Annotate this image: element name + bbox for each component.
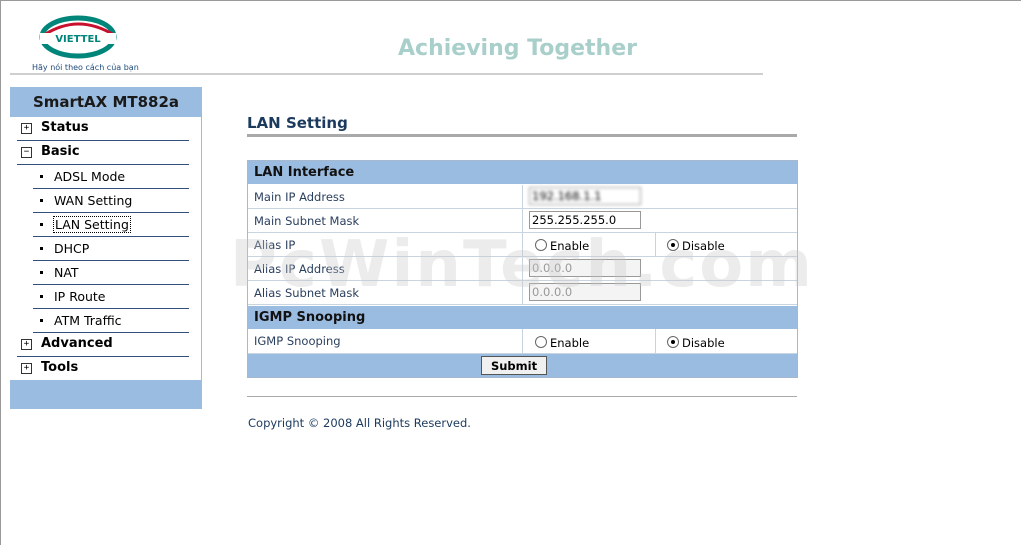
section-title: LAN Interface [254,165,355,180]
sidebar-item-label[interactable]: Basic [41,144,80,159]
sidebar-subitem-atm-traffic[interactable]: ATM Traffic [33,309,189,333]
logo-wordmark: VIETTEL [55,34,101,45]
sidebar-item-label[interactable]: Status [41,120,89,135]
sidebar-subitem-nat[interactable]: NAT [33,261,189,285]
sidebar-subitem-label[interactable]: LAN Setting [53,216,131,233]
cell-divider [655,329,656,353]
title-divider [247,134,797,137]
sidebar-item-basic[interactable]: − Basic [17,141,189,165]
expand-plus-icon[interactable]: + [21,123,32,134]
sidebar-title: SmartAX MT882a [32,93,180,111]
igmp-enable-radio[interactable] [535,336,547,348]
section-header-igmp: IGMP Snooping [248,306,797,329]
logo-slogan: Hãy nói theo cách của bạn [32,63,139,72]
sidebar-subitem-label[interactable]: ADSL Mode [54,169,125,184]
igmp-disable-radio[interactable] [667,336,679,348]
submit-button[interactable]: Submit [481,356,547,375]
main-ip-input[interactable]: 192.168.1.1 [529,187,641,205]
table-row-main-ip: Main IP Address 192.168.1.1 [248,185,797,209]
field-label: Main IP Address [254,190,345,204]
section-title: IGMP Snooping [254,310,366,325]
sidebar-item-label[interactable]: Tools [41,360,78,375]
sidebar-item-tools[interactable]: + Tools [17,357,189,380]
sidebar-subitem-lan-setting[interactable]: LAN Setting [33,213,189,237]
watermark: PcWinTech.com [230,228,814,302]
sidebar-subitem-label[interactable]: ATM Traffic [54,313,122,328]
radio-label[interactable]: Disable [682,336,725,350]
expand-plus-icon[interactable]: + [21,363,32,374]
footer-divider [247,396,797,397]
sidebar-subitem-label[interactable]: NAT [54,265,79,280]
collapse-minus-icon[interactable]: − [21,147,32,158]
radio-label[interactable]: Enable [550,336,589,350]
expand-plus-icon[interactable]: + [21,339,32,350]
sidebar-subitem-adsl-mode[interactable]: ADSL Mode [33,165,189,189]
sidebar-subitem-label[interactable]: DHCP [54,241,89,256]
bullet-icon [40,319,43,322]
bullet-icon [40,199,43,202]
form-actions-bar: Submit [248,354,797,377]
table-row-igmp-snooping: IGMP Snooping Enable Disable [248,329,797,354]
sidebar-subitem-wan-setting[interactable]: WAN Setting [33,189,189,213]
field-label: Main Subnet Mask [254,214,360,228]
sidebar-item-label[interactable]: Advanced [41,336,113,351]
cell-divider [522,185,523,208]
bullet-icon [40,271,43,274]
bullet-icon [40,175,43,178]
bullet-icon [40,295,43,298]
sidebar-subitem-dhcp[interactable]: DHCP [33,237,189,261]
header-divider [10,73,763,75]
header-title: Achieving Together [398,36,637,61]
sidebar-item-advanced[interactable]: + Advanced [17,333,189,357]
bullet-icon [40,223,43,226]
sidebar-subitem-label[interactable]: WAN Setting [54,193,132,208]
bullet-icon [40,247,43,250]
sidebar-subitem-ip-route[interactable]: IP Route [33,285,189,309]
subnet-mask-input[interactable]: 255.255.255.0 [529,211,641,229]
sidebar-subitem-label[interactable]: IP Route [54,289,105,304]
section-header-lan-interface: LAN Interface [248,161,797,184]
sidebar: SmartAX MT882a + Status − Basic ADSL Mod… [10,87,202,409]
cell-divider [522,329,523,353]
field-label: IGMP Snooping [254,334,341,348]
copyright-text: Copyright © 2008 All Rights Reserved. [248,416,471,430]
sidebar-menu: + Status − Basic ADSL Mode WAN Setting L… [10,117,202,380]
sidebar-item-status[interactable]: + Status [17,117,189,141]
page-title: LAN Setting [247,114,348,132]
